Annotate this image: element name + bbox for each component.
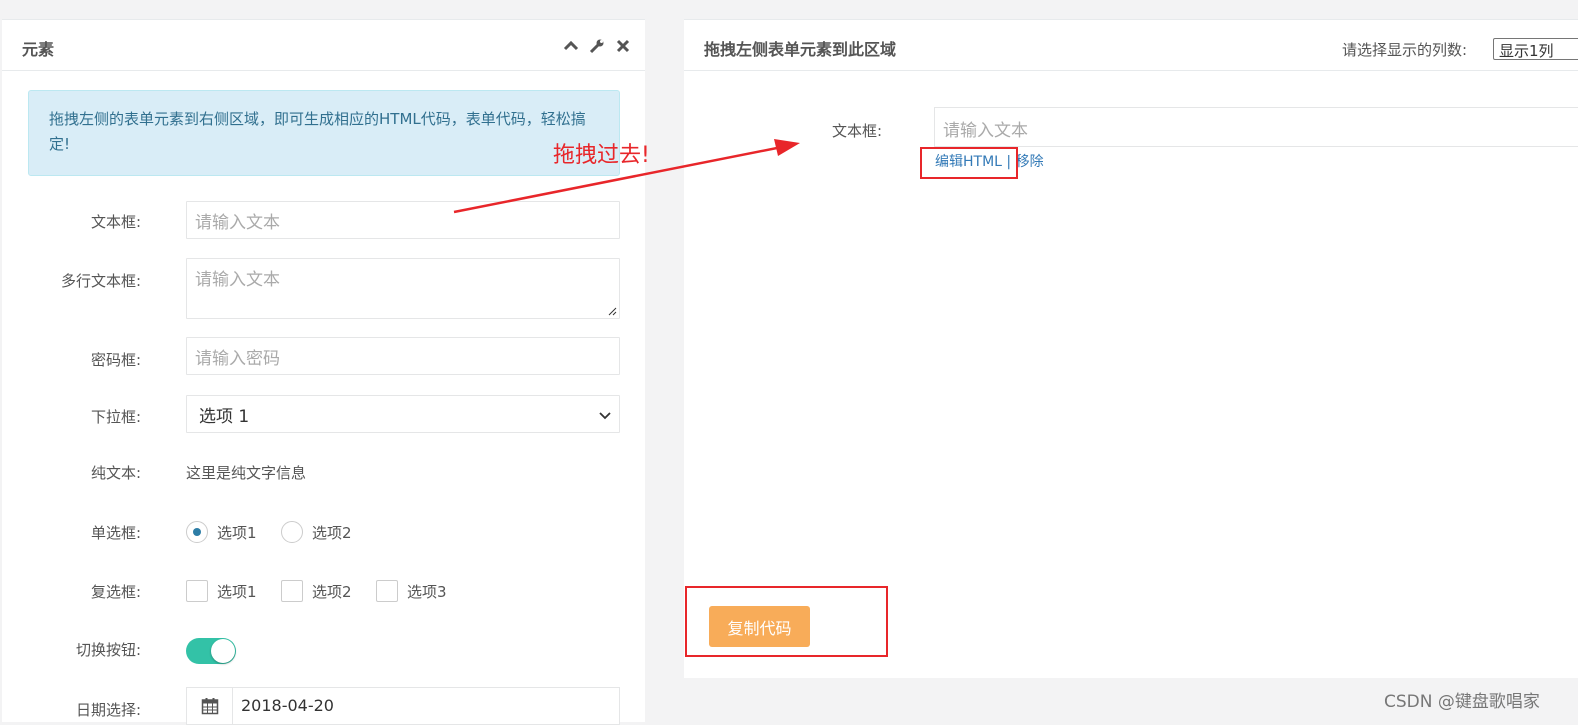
radio-unchecked[interactable]	[281, 521, 303, 543]
checkbox[interactable]	[186, 580, 208, 602]
textarea-input[interactable]: 请输入文本	[186, 258, 620, 319]
columns-label: 请选择显示的列数:	[1342, 41, 1468, 59]
collapse-icon[interactable]	[563, 38, 579, 54]
drag-annotation: 拖拽过去!	[553, 143, 650, 168]
info-alert: 拖拽左侧的表单元素到右侧区域，即可生成相应的HTML代码，表单代码，轻松搞定!	[28, 90, 620, 176]
columns-select[interactable]: 显示1列	[1493, 38, 1578, 60]
textarea-placeholder: 请输入文本	[195, 270, 280, 290]
checkbox-option-label: 选项3	[407, 582, 447, 601]
watermark: CSDN @键盘歌唱家	[1384, 692, 1540, 712]
plain-text-value: 这里是纯文字信息	[186, 464, 307, 482]
panel-tools	[563, 38, 631, 54]
dropped-field-label: 文本框:	[832, 122, 883, 140]
chevron-down-icon	[599, 412, 611, 420]
date-label: 日期选择:	[75, 701, 141, 719]
password-label: 密码框:	[90, 351, 141, 369]
checkbox-option-label: 选项2	[312, 582, 352, 601]
close-icon[interactable]	[615, 38, 631, 54]
text-input[interactable]: 请输入文本	[186, 201, 620, 239]
drop-zone-title: 拖拽左侧表单元素到此区域	[704, 40, 897, 59]
date-picker[interactable]: 2018-04-20	[186, 687, 620, 725]
radio-label: 单选框:	[90, 524, 141, 542]
wrench-icon[interactable]	[589, 38, 605, 54]
copy-button-highlight-box	[685, 586, 888, 657]
checkbox-option-2[interactable]: 选项2	[281, 580, 352, 602]
checkbox[interactable]	[376, 580, 398, 602]
elements-panel: 元素 拖拽左侧的表单元素到右侧区域，即可生成相应的HTML代码，表单代码，轻松搞…	[2, 19, 645, 725]
elements-panel-title: 元素	[22, 40, 55, 59]
resize-handle-icon[interactable]	[607, 306, 617, 316]
radio-option-2[interactable]: 选项2	[281, 521, 352, 543]
select-dropdown[interactable]: 选项 1	[186, 395, 620, 433]
text-field-label: 文本框:	[90, 213, 141, 231]
drop-zone-panel: 拖拽左侧表单元素到此区域 请选择显示的列数: 显示1列 文本框: 请输入文本 编…	[684, 19, 1578, 678]
radio-option-label: 选项1	[217, 523, 257, 542]
remove-link[interactable]: 移除	[1016, 154, 1044, 170]
calendar-addon[interactable]	[187, 688, 233, 724]
select-label: 下拉框:	[90, 408, 141, 426]
checkbox-label: 复选框:	[90, 583, 141, 601]
plain-text-label: 纯文本:	[90, 464, 141, 482]
date-value[interactable]: 2018-04-20	[233, 688, 342, 724]
toggle-knob	[211, 639, 235, 663]
edit-html-highlight-box	[920, 147, 1018, 179]
select-value: 选项 1	[199, 407, 250, 427]
toggle-label: 切换按钮:	[75, 641, 141, 659]
elements-panel-header: 元素	[2, 20, 645, 71]
radio-option-label: 选项2	[312, 523, 352, 542]
columns-select-value: 显示1列	[1499, 42, 1554, 60]
password-input[interactable]: 请输入密码	[186, 337, 620, 375]
textarea-label: 多行文本框:	[60, 272, 141, 290]
checkbox-option-1[interactable]: 选项1	[186, 580, 257, 602]
checkbox-option-3[interactable]: 选项3	[376, 580, 447, 602]
radio-checked[interactable]	[186, 521, 208, 543]
toggle-switch[interactable]	[186, 638, 236, 664]
calendar-icon	[201, 698, 218, 715]
drop-zone-header: 拖拽左侧表单元素到此区域 请选择显示的列数: 显示1列	[684, 20, 1578, 71]
radio-option-1[interactable]: 选项1	[186, 521, 257, 543]
checkbox[interactable]	[281, 580, 303, 602]
checkbox-option-label: 选项1	[217, 582, 257, 601]
dropped-text-input[interactable]: 请输入文本	[934, 107, 1578, 147]
